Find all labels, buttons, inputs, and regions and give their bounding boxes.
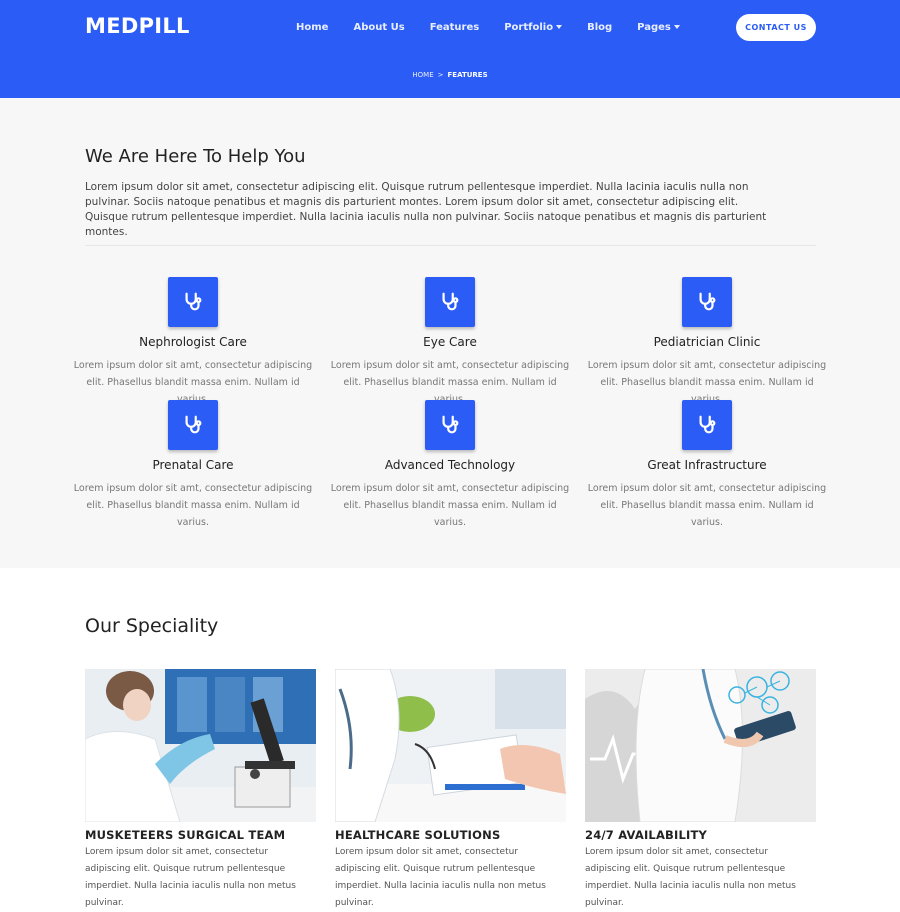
- nav-item-label: About Us: [353, 21, 405, 33]
- card-title: MUSKETEERS SURGICAL TEAM: [85, 828, 286, 842]
- feature-card: Pediatrician Clinic Lorem ipsum dolor si…: [587, 277, 827, 408]
- breadcrumb-home[interactable]: HOME: [412, 71, 433, 79]
- speciality-card: HEALTHCARE SOLUTIONS Lorem ipsum dolor s…: [335, 669, 566, 912]
- feature-card: Advanced Technology Lorem ipsum dolor si…: [330, 400, 570, 531]
- card-text: Lorem ipsum dolor sit amet, consectetur …: [335, 847, 546, 908]
- speciality-title: Our Speciality: [85, 615, 219, 637]
- feature-title: Great Infrastructure: [647, 458, 767, 472]
- stethoscope-icon: [168, 400, 218, 450]
- nav-item-label: Home: [296, 21, 329, 33]
- card-text: Lorem ipsum dolor sit amet, consectetur …: [85, 847, 296, 908]
- nav-item-features[interactable]: Features: [430, 20, 480, 34]
- nav-item-portfolio[interactable]: Portfolio: [504, 20, 563, 34]
- lab-microscope-photo[interactable]: [85, 669, 316, 822]
- feature-title: Pediatrician Clinic: [653, 335, 761, 349]
- stethoscope-icon: [168, 277, 218, 327]
- breadcrumb: HOME > FEATURES: [0, 71, 900, 79]
- feature-title: Eye Care: [423, 335, 477, 349]
- nav-item-label: Pages: [637, 21, 671, 33]
- doctor-writing-photo[interactable]: [335, 669, 566, 822]
- breadcrumb-current: FEATURES: [447, 71, 488, 79]
- card-text: Lorem ipsum dolor sit amet, consectetur …: [585, 847, 796, 908]
- breadcrumb-separator: >: [437, 71, 444, 79]
- help-text: Lorem ipsum dolor sit amet, consectetur …: [85, 181, 767, 238]
- stethoscope-icon: [425, 277, 475, 327]
- feature-card: Eye Care Lorem ipsum dolor sit amt, cons…: [330, 277, 570, 408]
- feature-title: Advanced Technology: [384, 458, 516, 472]
- card-title: HEALTHCARE SOLUTIONS: [335, 828, 501, 842]
- nav-item-label: Blog: [587, 21, 613, 33]
- speciality-card: MUSKETEERS SURGICAL TEAM Lorem ipsum dol…: [85, 669, 316, 912]
- feature-text: Lorem ipsum dolor sit amt, consectetur a…: [330, 483, 570, 528]
- nav-item-label: Portfolio: [504, 21, 554, 33]
- stethoscope-icon: [425, 400, 475, 450]
- nav-item-label: Features: [429, 21, 480, 33]
- feature-title: Prenatal Care: [152, 458, 234, 472]
- stethoscope-icon: [682, 277, 732, 327]
- speciality-card: 24/7 AVAILABILITY Lorem ipsum dolor sit …: [585, 669, 816, 912]
- feature-card: Nephrologist Care Lorem ipsum dolor sit …: [73, 277, 313, 408]
- nav-item-home[interactable]: Home: [296, 20, 328, 34]
- feature-text: Lorem ipsum dolor sit amt, consectetur a…: [73, 483, 313, 528]
- feature-card: Great Infrastructure Lorem ipsum dolor s…: [587, 400, 827, 531]
- section-divider: [85, 245, 816, 246]
- nav-item-blog[interactable]: Blog: [587, 20, 612, 34]
- nav-item-about[interactable]: About Us: [353, 20, 404, 34]
- site-logo[interactable]: MEDPILL: [85, 14, 190, 38]
- chevron-down-icon: [556, 25, 563, 29]
- feature-text: Lorem ipsum dolor sit amt, consectetur a…: [587, 483, 827, 528]
- main-nav: Home About Us Features Portfolio Blog Pa…: [296, 20, 705, 34]
- help-section: We Are Here To Help You Lorem ipsum dolo…: [0, 98, 900, 568]
- contact-us-button[interactable]: CONTACT US: [736, 14, 816, 41]
- feature-card: Prenatal Care Lorem ipsum dolor sit amt,…: [73, 400, 313, 531]
- site-header: MEDPILL Home About Us Features Portfolio…: [0, 0, 900, 98]
- doctor-tablet-photo[interactable]: [585, 669, 816, 822]
- card-title: 24/7 AVAILABILITY: [585, 828, 708, 842]
- chevron-down-icon: [673, 25, 680, 29]
- nav-item-pages[interactable]: Pages: [637, 20, 680, 34]
- help-title: We Are Here To Help You: [85, 146, 306, 167]
- stethoscope-icon: [682, 400, 732, 450]
- feature-title: Nephrologist Care: [139, 335, 247, 349]
